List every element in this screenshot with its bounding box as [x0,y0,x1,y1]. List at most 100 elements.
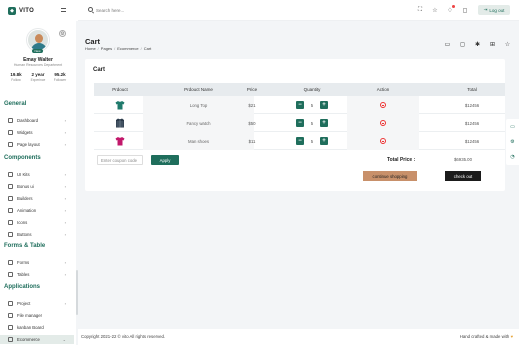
gear-icon[interactable]: ⚙ [59,30,66,37]
quantity-value[interactable]: 5 [311,139,313,144]
sidebar-item-label: Bonus ui [17,184,34,189]
sidebar-item-animation[interactable]: Animation › [0,206,74,215]
row-total: $12456 [464,121,480,126]
increment-button[interactable]: + [319,137,328,145]
remove-item-icon[interactable] [380,102,386,108]
chat-icon[interactable]: ◻ [461,6,469,14]
user-role: Human Resources Department [13,63,63,67]
decrement-button[interactable]: − [296,101,304,109]
column-header: Action [376,87,390,92]
message-icon[interactable]: ◻ [459,41,466,48]
sidebar-item-ui-kits[interactable]: UI Kits › [0,170,74,179]
breadcrumb-home[interactable]: Home [85,46,96,51]
inbox-icon[interactable]: ▭ [444,41,451,48]
logo-area: ◆ VITO [0,0,78,21]
sidebar-item-page-layout[interactable]: Page layout › [0,140,74,149]
bonus-ui-icon [8,184,13,189]
decrement-button[interactable]: − [296,119,304,127]
chevron-right-icon: › [64,301,66,306]
column-header: Quantity [303,87,321,92]
sidebar-item-forms[interactable]: Forms › [0,258,74,267]
increment-button[interactable]: + [319,119,328,127]
section-forms-table: Forms & Table [4,243,46,249]
sidebar-item-label: Dashboard [17,118,39,123]
table-header: Prdouct Prdouct Name Price Quantity Acti… [94,83,505,96]
kanban-icon [8,325,13,330]
coupon-input[interactable] [97,155,143,165]
sidebar-item-bonus-ui[interactable]: Bonus ui › [0,182,74,191]
remove-item-icon[interactable] [380,120,386,126]
breadcrumb-ecommerce[interactable]: Ecommerce [117,46,138,51]
fullscreen-icon[interactable]: ⛶ [416,6,424,14]
ui-kits-icon [8,172,13,177]
sidebar-item-label: UI Kits [17,172,30,177]
user-stats: 19.8k Follow 2 year Experince 95.2k Foll… [6,72,70,82]
table-row: Fancy watch $50 − 5 + $12456 [94,114,505,132]
settings-icon[interactable]: ✱ [474,41,481,48]
continue-shopping-button[interactable]: continue shopping [363,171,417,181]
sidebar: New ⚙ Emay Walter Human Resources Depart… [0,21,76,345]
sidebar-item-tables[interactable]: Tables › [0,270,74,279]
quantity-value[interactable]: 5 [311,103,313,108]
sidebar-item-builders[interactable]: Builders › [0,194,74,203]
customizer-icon[interactable]: ⚙ [509,138,516,145]
sidebar-scrollbar[interactable] [76,270,78,315]
stat-value: 19.8k [10,72,22,77]
shirt-image [115,137,125,146]
project-icon [8,301,13,306]
sidebar-item-widgets[interactable]: Widgets › [0,128,74,137]
remove-item-icon[interactable] [380,138,386,144]
sidebar-item-label: Icons [17,220,28,225]
stat-value: 95.2k [54,72,66,77]
table-row: Long Top $21 − 5 + $12456 [94,96,505,114]
tshirt-image [115,101,125,110]
heart-icon: ♥ [510,334,513,339]
quantity-stepper: − 5 + [296,119,328,127]
top-bar: ⛶ ☆ ♢ ◻ ⇥ Log out [78,0,519,21]
sidebar-item-dashboard[interactable]: Dashboard › [0,116,74,125]
tables-icon [8,272,13,277]
section-applications: Applications [4,284,41,290]
sidebar-item-label: Forms [17,260,30,265]
sidebar-item-label: Animation [17,208,37,213]
sidebar-item-label: Buttons [17,232,32,237]
menu-toggle-icon[interactable] [61,8,66,12]
sidebar-item-project[interactable]: Project › [0,299,74,308]
sidebar-item-ecommerce[interactable]: Ecommerce ⌄ [0,335,74,344]
quantity-value[interactable]: 5 [311,121,313,126]
logout-button[interactable]: ⇥ Log out [478,5,510,15]
chevron-right-icon: › [64,142,66,147]
breadcrumb-separator: / [97,46,99,51]
footer: Copyright 2021-22 © vito All rights rese… [78,329,519,345]
bookmark-star-icon[interactable]: ☆ [504,41,511,48]
bell-icon[interactable]: ♢ [446,5,455,14]
chevron-down-icon: ⌄ [62,337,66,342]
decrement-button[interactable]: − [296,137,304,145]
breadcrumb-separator: / [114,46,116,51]
sidebar-item-label: Ecommerce [17,337,40,342]
section-components: Components [4,155,41,161]
breadcrumb-pages[interactable]: Pages [101,46,112,51]
animation-icon [8,208,13,213]
user-badge: New [32,49,43,53]
quantity-stepper: − 5 + [296,101,328,109]
search-input[interactable] [96,6,176,14]
grid-icon[interactable]: ⊞ [489,41,496,48]
sidebar-item-label: Project [17,301,31,306]
row-total: $12456 [464,139,480,144]
ecommerce-icon [8,337,13,342]
chevron-right-icon: › [64,184,66,189]
star-icon[interactable]: ☆ [431,6,439,14]
apply-coupon-button[interactable]: Apply [151,155,179,165]
monitor-icon[interactable]: ▭ [509,123,516,130]
floating-side-tabs: ▭ ⚙ ◔ [506,119,519,165]
sidebar-item-buttons[interactable]: Buttons › [0,230,74,239]
sidebar-item-file-manager[interactable]: File manager [0,311,74,320]
chat-bubble-icon[interactable]: ◔ [509,153,516,160]
notification-dot [452,5,455,8]
avatar[interactable] [27,29,49,51]
checkout-button[interactable]: check out [445,171,481,181]
increment-button[interactable]: + [319,101,328,109]
sidebar-item-icons[interactable]: Icons › [0,218,74,227]
sidebar-item-kanban-board[interactable]: kanban Board [0,323,74,332]
